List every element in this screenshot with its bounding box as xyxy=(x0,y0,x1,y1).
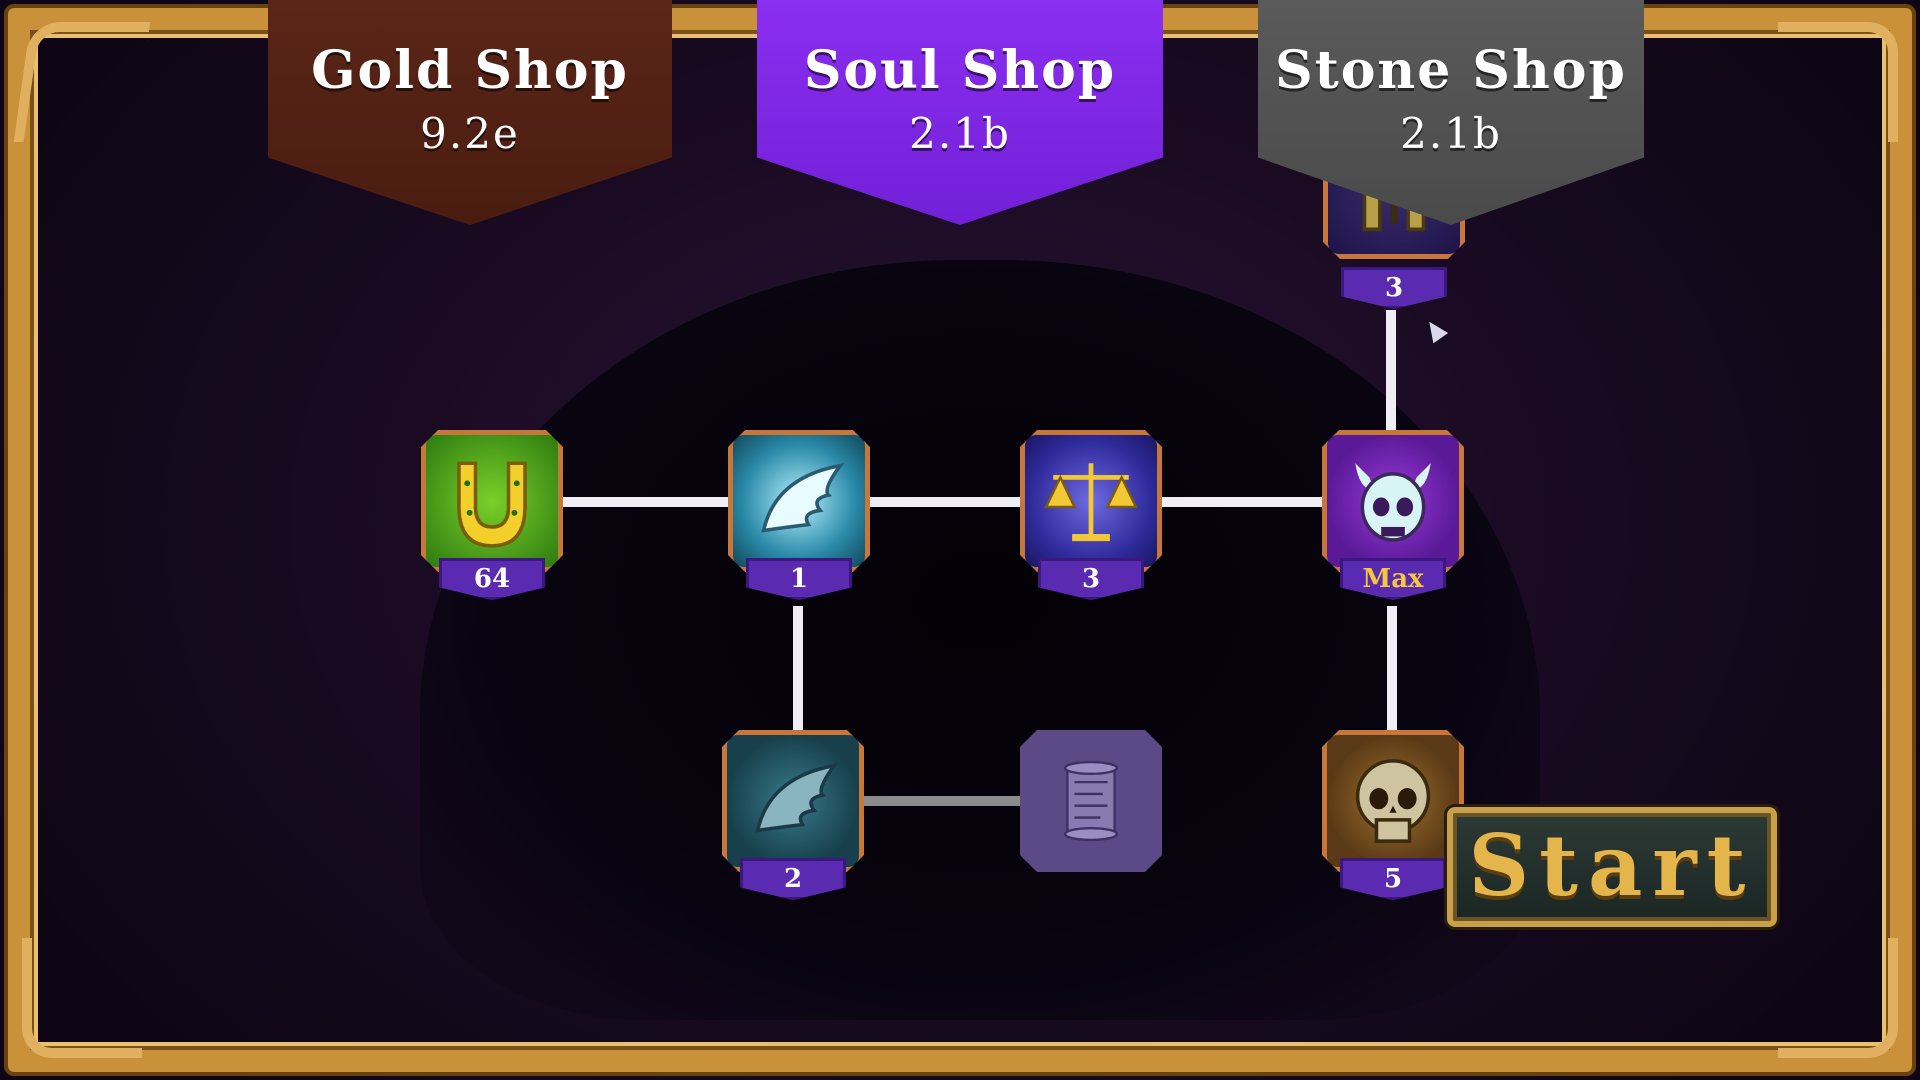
link-scales-demon xyxy=(1160,497,1325,507)
link-wing-scales xyxy=(870,497,1025,507)
stone-shop-title: Stone Shop xyxy=(1275,40,1627,101)
start-button[interactable]: Start xyxy=(1447,807,1777,927)
wing-icon xyxy=(755,763,839,833)
upgrade-node-scales[interactable]: 3 xyxy=(1020,430,1162,600)
wing-icon xyxy=(761,463,845,533)
scroll-icon xyxy=(1063,760,1119,842)
frame-corner xyxy=(22,938,142,1058)
horned-skull-icon xyxy=(1355,463,1431,542)
horseshoe-icon xyxy=(457,461,527,548)
upgrade-node-scroll[interactable] xyxy=(1020,730,1162,872)
skull-icon xyxy=(1355,759,1431,843)
gold-amount: 9.2e xyxy=(420,109,520,158)
link-horseshoe-wing xyxy=(560,497,740,507)
upgrade-node-wing[interactable]: 1 xyxy=(728,430,870,600)
frame-corner xyxy=(1778,22,1898,142)
scales-icon xyxy=(1044,463,1138,542)
link-wingdark-scroll xyxy=(860,796,1022,806)
stone-amount: 2.1b xyxy=(1400,109,1502,158)
link-wing-wingdark xyxy=(793,606,803,730)
link-demon-skull xyxy=(1387,606,1397,730)
upgrade-node-horseshoe[interactable]: 64 xyxy=(421,430,563,600)
soul-shop-title: Soul Shop xyxy=(803,40,1117,101)
link-helmet-demon xyxy=(1386,310,1396,430)
frame-corner xyxy=(13,22,151,142)
gold-shop-title: Gold Shop xyxy=(311,40,629,101)
soul-amount: 2.1b xyxy=(909,109,1011,158)
frame-corner xyxy=(1778,938,1898,1058)
upgrade-node-skull[interactable]: 5 xyxy=(1322,730,1464,900)
upgrade-node-wing-dark[interactable]: 2 xyxy=(722,730,864,900)
upgrade-node-demon-skull[interactable]: Max xyxy=(1322,430,1464,600)
